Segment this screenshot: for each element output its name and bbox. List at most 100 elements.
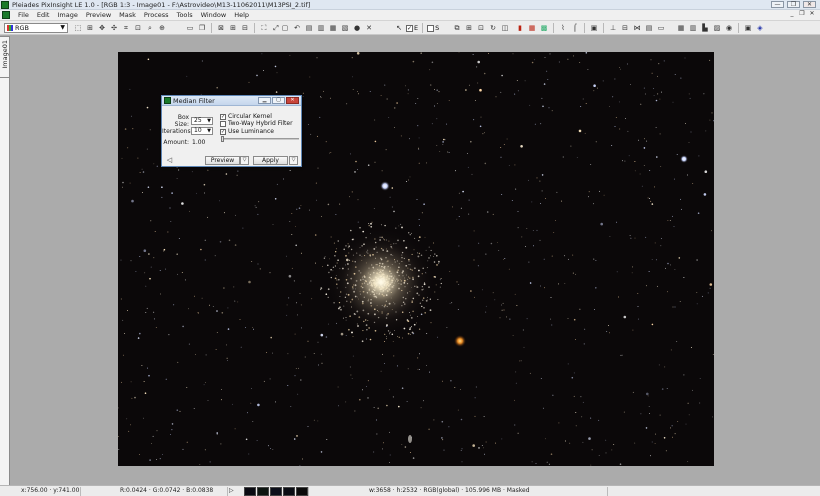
amount-slider-handle[interactable] bbox=[221, 136, 224, 142]
copy-icon[interactable]: ⧉ bbox=[452, 23, 462, 33]
use-luminance-checkbox[interactable]: ✓ Use Luminance bbox=[220, 128, 274, 135]
enable-e-checkbox[interactable]: ✓ E bbox=[406, 23, 418, 33]
deconvolution-icon[interactable]: ⊟ bbox=[620, 23, 630, 33]
two-way-hybrid-checkbox[interactable]: Two-Way Hybrid Filter bbox=[220, 120, 293, 127]
cluster-star bbox=[359, 227, 361, 229]
mdi-restore-button[interactable]: ❐ bbox=[798, 11, 806, 18]
star bbox=[520, 360, 522, 362]
menu-process[interactable]: Process bbox=[140, 11, 173, 19]
move-icon[interactable]: ✣ bbox=[109, 23, 119, 33]
axis-icon[interactable]: ⊥ bbox=[608, 23, 618, 33]
table-icon[interactable]: ▦ bbox=[676, 23, 686, 33]
crop-frame-icon[interactable]: ⊡ bbox=[476, 23, 486, 33]
restore-button[interactable]: ❐ bbox=[787, 1, 800, 8]
menu-edit[interactable]: Edit bbox=[33, 11, 54, 19]
mdi-minimize-button[interactable]: _ bbox=[788, 11, 796, 18]
noise-icon[interactable]: ▣ bbox=[589, 23, 599, 33]
status-bar: x:756.00 · y:741.00 R:0.0424 · G:0.0742 … bbox=[0, 485, 820, 496]
mdi-close-button[interactable]: ✕ bbox=[808, 11, 816, 18]
readout-icon[interactable]: ⊡ bbox=[133, 23, 143, 33]
console-icon[interactable]: ▣ bbox=[743, 23, 753, 33]
mask-invert-icon[interactable]: ✕ bbox=[364, 23, 374, 33]
globular-cluster-core bbox=[326, 227, 436, 337]
star bbox=[359, 398, 361, 401]
image-icon[interactable]: ▨ bbox=[712, 23, 722, 33]
histogram-icon[interactable]: ◫ bbox=[500, 23, 510, 33]
star bbox=[649, 169, 651, 171]
select-tool-icon[interactable]: ⬚ bbox=[73, 23, 83, 33]
wavelets-icon[interactable]: ⋈ bbox=[632, 23, 642, 33]
box-size-select[interactable]: 25 ▼ bbox=[191, 117, 213, 125]
menu-file[interactable]: File bbox=[14, 11, 33, 19]
preview-button[interactable]: Preview bbox=[205, 156, 240, 165]
zoom-region-icon[interactable]: ⊞ bbox=[85, 23, 95, 33]
amount-value[interactable]: 1.00 bbox=[192, 139, 205, 146]
eye-icon[interactable]: ◉ bbox=[724, 23, 734, 33]
bar-chart-icon[interactable]: ▙ bbox=[700, 23, 710, 33]
menu-mask[interactable]: Mask bbox=[115, 11, 140, 19]
star bbox=[296, 435, 298, 437]
dialog-maximize-button[interactable]: ▢ bbox=[272, 97, 285, 104]
menu-preview[interactable]: Preview bbox=[82, 11, 115, 19]
mask-icon[interactable]: ▧ bbox=[340, 23, 350, 33]
color-balance-icon[interactable]: ▩ bbox=[539, 23, 549, 33]
new-window-icon[interactable]: ▭ bbox=[185, 23, 195, 33]
menu-help[interactable]: Help bbox=[230, 11, 253, 19]
mask-show-icon[interactable]: ● bbox=[352, 23, 362, 33]
star bbox=[474, 415, 476, 417]
color-grid-icon[interactable]: ▦ bbox=[527, 23, 537, 33]
star bbox=[276, 72, 278, 74]
preview-options-button[interactable]: ▽ bbox=[240, 156, 249, 165]
close-button[interactable]: ✕ bbox=[803, 1, 816, 8]
magnifier-icon[interactable]: ⌕ bbox=[145, 23, 155, 33]
enable-s-checkbox[interactable]: S bbox=[427, 23, 439, 33]
curves-icon[interactable]: ⌇ bbox=[558, 23, 568, 33]
star bbox=[470, 140, 472, 143]
crop-icon[interactable]: ⌗ bbox=[121, 23, 131, 33]
star bbox=[350, 374, 352, 376]
iterations-select[interactable]: 10 ▼ bbox=[191, 127, 213, 135]
cluster-star bbox=[322, 266, 323, 267]
star bbox=[131, 199, 134, 203]
duplicate-window-icon[interactable]: ❐ bbox=[197, 23, 207, 33]
zoom-in-icon[interactable]: ⊞ bbox=[228, 23, 238, 33]
minimize-button[interactable]: — bbox=[771, 1, 784, 8]
pan-icon[interactable]: ✥ bbox=[97, 23, 107, 33]
filter-icon[interactable]: ▤ bbox=[644, 23, 654, 33]
apply-button[interactable]: Apply bbox=[253, 156, 288, 165]
info-icon[interactable]: ◈ bbox=[755, 23, 765, 33]
expand-arrow-icon[interactable]: ▷ bbox=[229, 487, 242, 496]
image-side-tab[interactable]: Image01 bbox=[0, 36, 10, 78]
layers-icon[interactable]: ▤ bbox=[304, 23, 314, 33]
stack-alt-icon[interactable]: ▦ bbox=[328, 23, 338, 33]
new-instance-icon[interactable]: ◁ bbox=[165, 156, 174, 165]
menu-window[interactable]: Window bbox=[197, 11, 231, 19]
undo-icon[interactable]: ↶ bbox=[292, 23, 302, 33]
cursor-icon[interactable]: ↖ bbox=[394, 23, 404, 33]
apply-options-button[interactable]: ▽ bbox=[289, 156, 298, 165]
fit-view-icon[interactable]: ⊠ bbox=[216, 23, 226, 33]
star bbox=[575, 273, 577, 275]
circular-kernel-checkbox[interactable]: ✓ Circular Kernel bbox=[220, 113, 272, 120]
resample-icon[interactable]: ⊞ bbox=[464, 23, 474, 33]
dialog-close-button[interactable]: ✕ bbox=[286, 97, 299, 104]
rotate-icon[interactable]: ↻ bbox=[488, 23, 498, 33]
screen-icon[interactable]: ▭ bbox=[656, 23, 666, 33]
color-mode-select[interactable]: RGB ▼ bbox=[4, 23, 68, 33]
stack-icon[interactable]: ▥ bbox=[316, 23, 326, 33]
star bbox=[252, 420, 254, 422]
dialog-minimize-button[interactable]: ▁ bbox=[258, 97, 271, 104]
zoom-icon[interactable]: ⊕ bbox=[157, 23, 167, 33]
grid-icon[interactable]: ▥ bbox=[688, 23, 698, 33]
menu-tools[interactable]: Tools bbox=[173, 11, 197, 19]
document-icon[interactable] bbox=[2, 11, 10, 19]
zoom-out-icon[interactable]: ⊟ bbox=[240, 23, 250, 33]
fit-window-icon[interactable]: ⛶ bbox=[259, 23, 269, 33]
dialog-title-bar[interactable]: Median Filter ▁ ▢ ✕ bbox=[162, 96, 301, 106]
statistics-icon[interactable]: ▮ bbox=[515, 23, 525, 33]
levels-icon[interactable]: ⌠ bbox=[570, 23, 580, 33]
menu-image[interactable]: Image bbox=[53, 11, 81, 19]
amount-slider[interactable] bbox=[221, 136, 299, 142]
preview-tool-icon[interactable]: ▢ bbox=[280, 23, 290, 33]
star bbox=[517, 227, 519, 229]
